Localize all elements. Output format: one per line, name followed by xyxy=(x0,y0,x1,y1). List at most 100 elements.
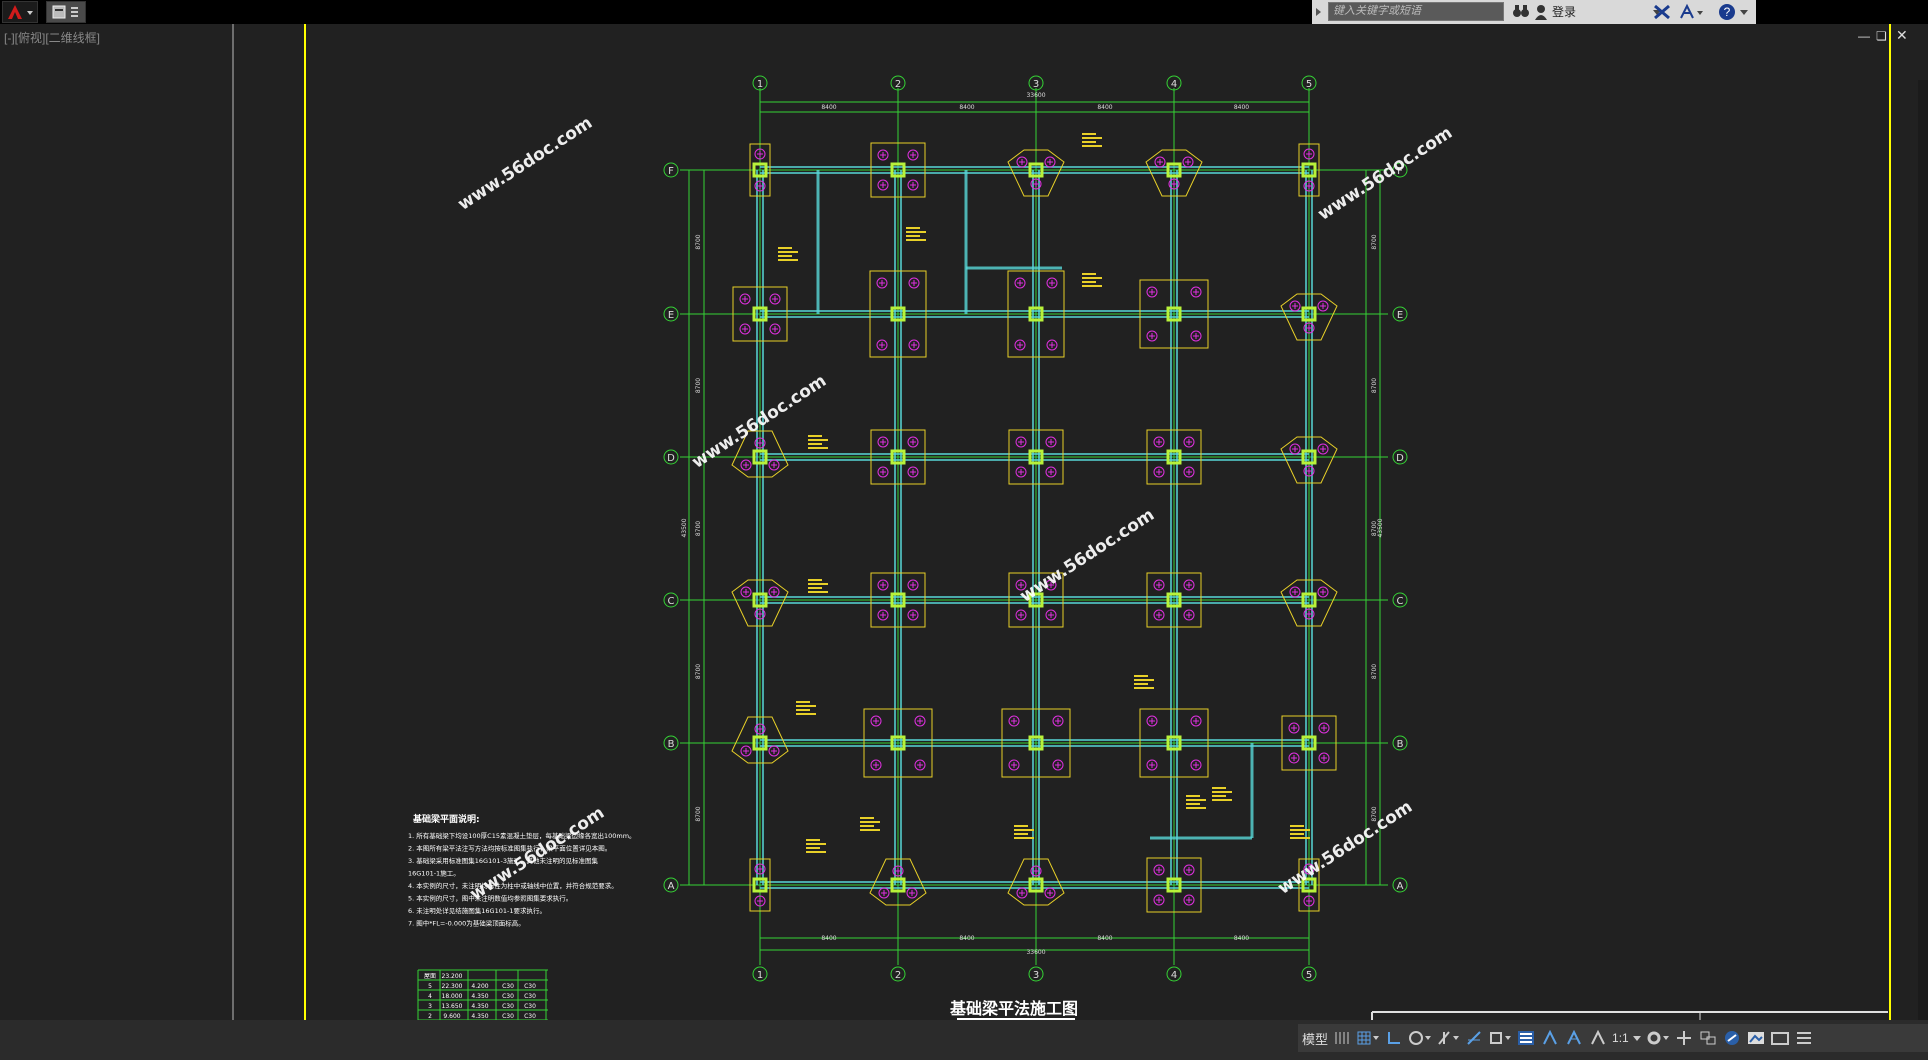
axis-letter-label: C xyxy=(668,596,675,607)
table-cell: 18.000 xyxy=(442,993,463,1000)
search-input[interactable]: 键入关键字或短语 xyxy=(1328,2,1504,21)
table-cell: 13.650 xyxy=(442,1003,463,1010)
customization-menu-icon[interactable] xyxy=(1794,1027,1814,1049)
expand-arrow-icon[interactable] xyxy=(1312,1,1326,23)
auto-scale-icon[interactable] xyxy=(1564,1027,1584,1049)
span-dimension-label: 8400 xyxy=(821,104,836,111)
application-menu-button[interactable] xyxy=(2,1,38,23)
note-line: 1. 所有基础梁下均设100厚C15素混凝土垫层，每基础梁边缘各宽出100mm。 xyxy=(408,831,636,840)
axis-number-label: 3 xyxy=(1033,79,1039,90)
table-cell: 5 xyxy=(428,983,432,990)
table-cell: C30 xyxy=(502,1013,514,1020)
table-cell: 9.600 xyxy=(443,1013,460,1020)
title-bar: 键入关键字或短语 登录 ? xyxy=(0,0,1928,24)
table-cell: C30 xyxy=(502,983,514,990)
axis-number-label: 4 xyxy=(1171,79,1177,90)
table-cell: 4.200 xyxy=(471,983,488,990)
isometric-drafting-icon[interactable] xyxy=(1436,1027,1460,1049)
axis-letter-label: B xyxy=(1397,739,1404,750)
table-cell: C30 xyxy=(524,983,536,990)
ortho-mode-icon[interactable] xyxy=(1384,1027,1404,1049)
vertical-scrollbar[interactable] xyxy=(1918,80,1928,1020)
workspace-icon xyxy=(52,5,78,19)
total-height-label: 43500 xyxy=(681,518,688,537)
note-line: 16G101-1施工。 xyxy=(408,869,460,878)
span-dimension-label: 8400 xyxy=(1234,104,1249,111)
axis-number-label: 3 xyxy=(1033,970,1039,981)
annotation-monitor-icon[interactable] xyxy=(1674,1027,1694,1049)
axis-letter-label: E xyxy=(668,310,674,321)
annotation-scale-value: 1:1 xyxy=(1612,1031,1629,1045)
workspace-gear-icon[interactable] xyxy=(1646,1027,1670,1049)
lineweight-icon[interactable] xyxy=(1516,1027,1536,1049)
drawing-title: 基础梁平法施工图 xyxy=(949,999,1078,1018)
side-dimension-label: 8700 xyxy=(695,234,702,249)
axis-letter-label: C xyxy=(1397,596,1404,607)
exchange-icon[interactable] xyxy=(1652,3,1672,26)
axis-letter-label: F xyxy=(668,166,674,177)
isolate-objects-icon[interactable] xyxy=(1722,1027,1742,1049)
login-button[interactable]: 登录 xyxy=(1534,3,1662,20)
table-cell: C30 xyxy=(502,993,514,1000)
table-cell: 4.350 xyxy=(471,993,488,1000)
units-icon[interactable] xyxy=(1698,1027,1718,1049)
autocad-logo-icon xyxy=(8,5,33,19)
table-cell: 屋面 xyxy=(424,973,436,980)
axis-number-label: 4 xyxy=(1171,970,1177,981)
polar-tracking-icon[interactable] xyxy=(1408,1027,1432,1049)
level-table: 屋面 23.200 5 22.300 4.200 C30 C30 4 18.000 4.350 C3… xyxy=(417,969,548,1020)
table-cell: 22.300 xyxy=(442,983,463,990)
side-dimension-label: 8700 xyxy=(1371,664,1378,679)
annotation-scale-icon[interactable] xyxy=(1588,1027,1608,1049)
note-line: 2. 本图所有梁平法注写方法均按标准图集执行，梁平面位置详见本图。 xyxy=(408,844,611,853)
span-dimension-label: 8400 xyxy=(959,104,974,111)
axis-number-label: 1 xyxy=(757,79,763,90)
total-height-label: 43500 xyxy=(1377,518,1384,537)
axis-number-label: 5 xyxy=(1306,970,1312,981)
object-snap-tracking-icon[interactable] xyxy=(1464,1027,1484,1049)
grid-display-icon[interactable] xyxy=(1332,1027,1352,1049)
autodesk-app-icon[interactable] xyxy=(1678,3,1706,26)
drawing-canvas[interactable]: 1122334455F FE ED DC CB BA A840084008400840084… xyxy=(0,24,1928,1020)
span-dimension-label: 8400 xyxy=(1097,104,1112,111)
side-dimension-label: 8700 xyxy=(1371,378,1378,393)
span-dimension-label: 8400 xyxy=(959,935,974,942)
axis-letter-label: B xyxy=(668,739,675,750)
notes-title: 基础梁平面说明: xyxy=(412,813,480,825)
help-button[interactable]: ? xyxy=(1718,3,1749,21)
span-dimension-label: 8400 xyxy=(1097,935,1112,942)
quick-access-toolbar-button[interactable] xyxy=(46,1,86,23)
notes-block: 1. 所有基础梁下均设100厚C15素混凝土垫层，每基础梁边缘各宽出100mm。… xyxy=(408,831,636,928)
help-icon: ? xyxy=(1719,4,1735,20)
axis-number-label: 2 xyxy=(895,79,901,90)
annotation-visibility-icon[interactable] xyxy=(1540,1027,1560,1049)
table-cell: C30 xyxy=(524,1013,536,1020)
hardware-acceleration-icon[interactable] xyxy=(1746,1027,1766,1049)
total-dimension-label: 33600 xyxy=(1026,949,1045,956)
axis-number-label: 2 xyxy=(895,970,901,981)
table-cell: 4.350 xyxy=(471,1013,488,1020)
watermark-text: www.56doc.com xyxy=(454,113,596,215)
note-line: 6. 未注明处详见结施图集16G101-1要求执行。 xyxy=(408,906,546,915)
table-cell: 4.350 xyxy=(471,1003,488,1010)
object-snap-icon[interactable] xyxy=(1488,1027,1512,1049)
chevron-down-icon xyxy=(1740,10,1748,15)
clean-screen-icon[interactable] xyxy=(1770,1027,1790,1049)
svg-text:?: ? xyxy=(1724,5,1731,19)
model-space-button[interactable]: 模型 xyxy=(1302,1027,1328,1049)
note-line: 4. 本实例的尺寸，未注明均标注为柱中或轴线中位置，并符合规范要求。 xyxy=(408,881,618,890)
side-dimension-label: 8700 xyxy=(695,521,702,536)
side-dimension-label: 8700 xyxy=(695,806,702,821)
side-dimension-label: 8700 xyxy=(695,664,702,679)
note-line: 5. 本实例的尺寸，图中未注明数值均参照图集要求执行。 xyxy=(408,894,572,903)
total-dimension-label: 33600 xyxy=(1026,92,1045,99)
watermark-text: www.56doc.com xyxy=(1016,505,1158,607)
side-dimension-label: 8700 xyxy=(695,378,702,393)
annotation-scale-select[interactable]: 1:1 xyxy=(1612,1027,1642,1049)
snap-mode-icon[interactable] xyxy=(1356,1027,1380,1049)
chevron-down-icon xyxy=(1632,1036,1641,1041)
status-bar-controls: 模型 1:1 xyxy=(1298,1024,1928,1052)
table-cell: C30 xyxy=(524,993,536,1000)
binoculars-icon[interactable] xyxy=(1512,3,1530,24)
span-dimension-label: 8400 xyxy=(1234,935,1249,942)
